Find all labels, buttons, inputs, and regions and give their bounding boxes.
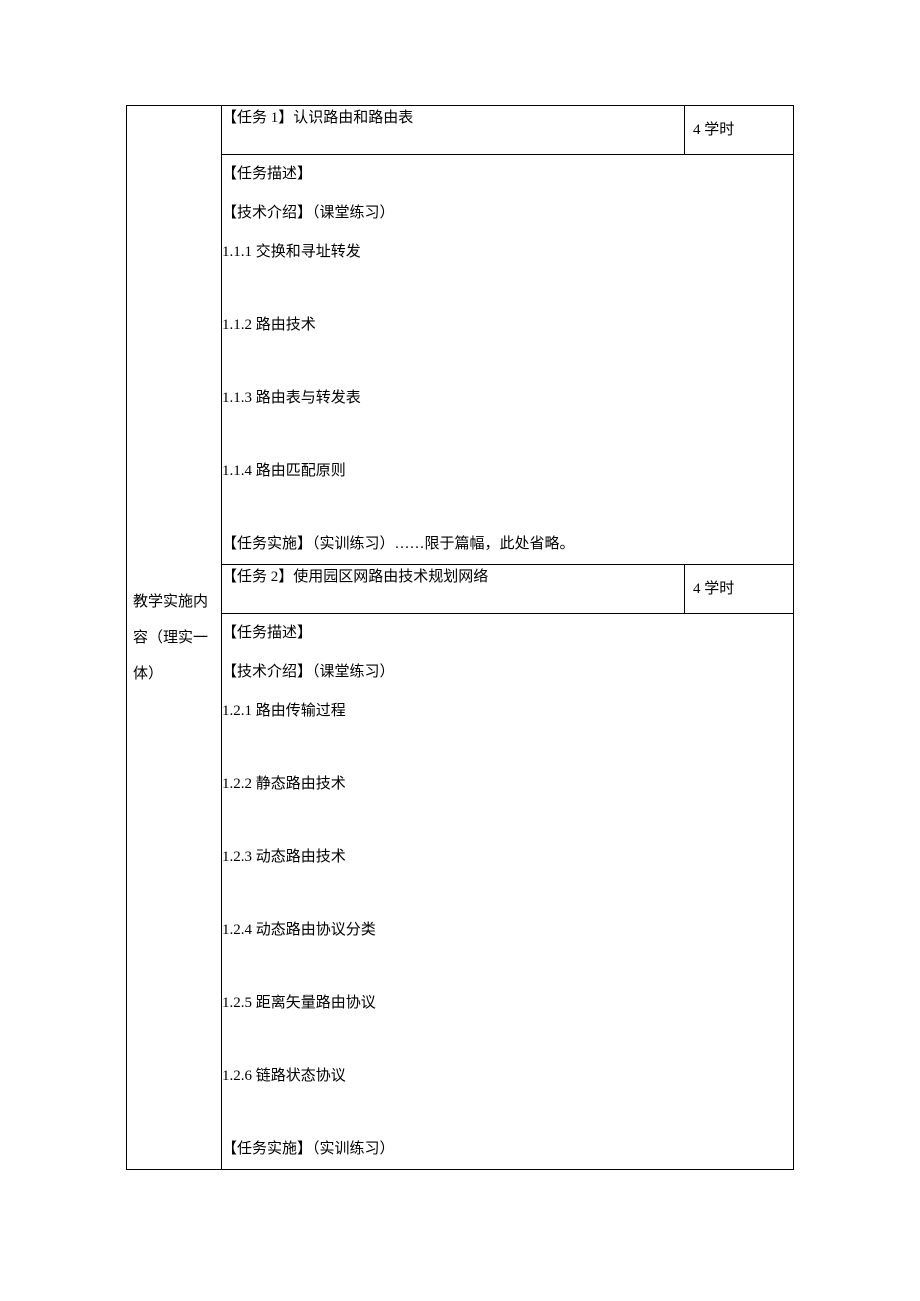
task1-desc: 【任务描述】 — [222, 155, 793, 194]
task1-item-3: 1.1.3 路由表与转发表 — [222, 379, 793, 418]
task2-item-6: 1.2.6 链路状态协议 — [222, 1057, 793, 1096]
task1-hours-cell: 4 学时 — [685, 106, 794, 155]
task2-item-4: 1.2.4 动态路由协议分类 — [222, 911, 793, 950]
task2-item-5: 1.2.5 距离矢量路由协议 — [222, 984, 793, 1023]
task1-item-1: 1.1.1 交换和寻址转发 — [222, 233, 793, 272]
task2-hours: 4 学时 — [693, 581, 734, 597]
task1-tech: 【技术介绍】（课堂练习） — [222, 194, 793, 233]
task2-item-1: 1.2.1 路由传输过程 — [222, 692, 793, 731]
task2-impl: 【任务实施】（实训练习） — [222, 1130, 793, 1169]
task1-content-cell: 【任务描述】 【技术介绍】（课堂练习） 1.1.1 交换和寻址转发 1.1.2 … — [222, 155, 794, 565]
task1-impl: 【任务实施】（实训练习）……限于篇幅，此处省略。 — [222, 525, 793, 564]
left-header-text: 教学实施内容（理实一体） — [133, 594, 208, 682]
task1-hours: 4 学时 — [693, 122, 734, 138]
task1-title-cell: 【任务 1】认识路由和路由表 — [222, 106, 685, 155]
task2-title: 【任务 2】使用园区网路由技术规划网络 — [222, 569, 488, 585]
task2-item-2: 1.2.2 静态路由技术 — [222, 765, 793, 804]
task1-item-2: 1.1.2 路由技术 — [222, 306, 793, 345]
task1-title: 【任务 1】认识路由和路由表 — [222, 110, 413, 126]
task1-item-4: 1.1.4 路由匹配原则 — [222, 452, 793, 491]
task2-hours-cell: 4 学时 — [685, 565, 794, 614]
task2-content-cell: 【任务描述】 【技术介绍】（课堂练习） 1.2.1 路由传输过程 1.2.2 静… — [222, 614, 794, 1170]
task2-item-3: 1.2.3 动态路由技术 — [222, 838, 793, 877]
syllabus-table: 教学实施内容（理实一体） 【任务 1】认识路由和路由表 4 学时 【任务描述】 … — [126, 105, 794, 1170]
left-header-cell: 教学实施内容（理实一体） — [127, 106, 222, 1170]
task2-tech: 【技术介绍】（课堂练习） — [222, 653, 793, 692]
task2-desc: 【任务描述】 — [222, 614, 793, 653]
task2-title-cell: 【任务 2】使用园区网路由技术规划网络 — [222, 565, 685, 614]
